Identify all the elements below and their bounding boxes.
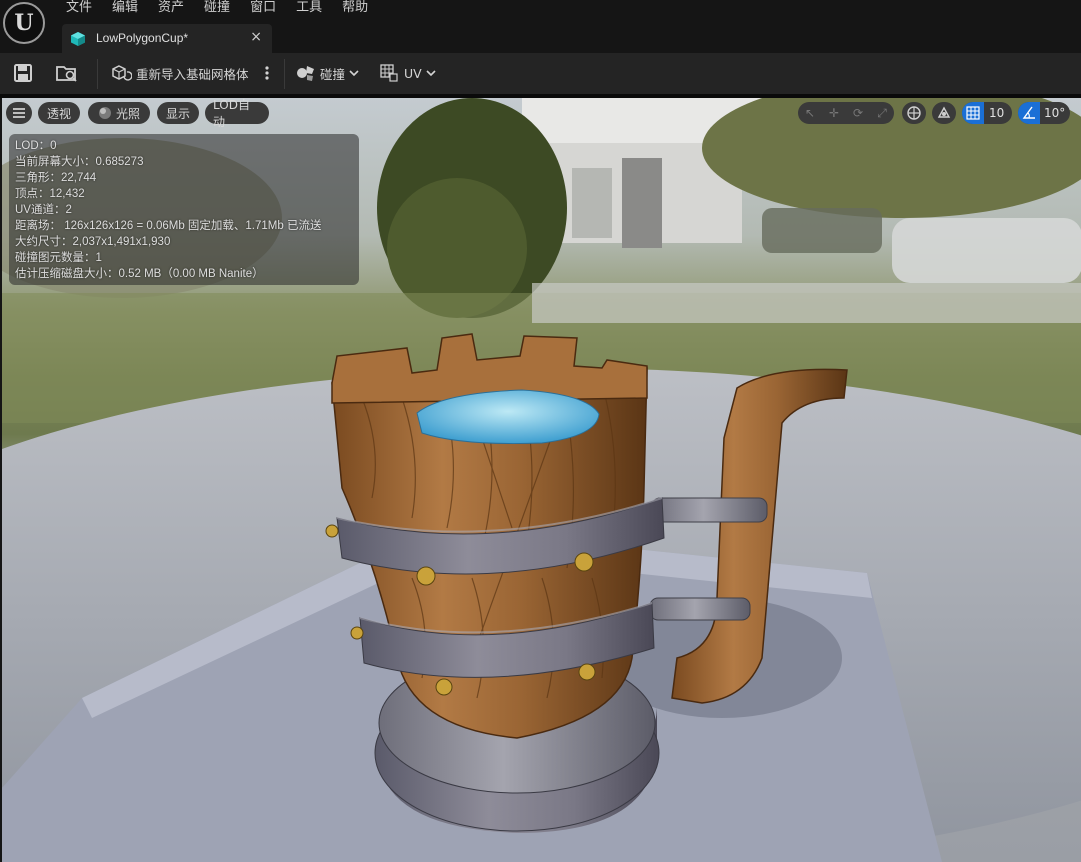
scale-icon[interactable]: ⤢ (870, 106, 894, 121)
grid-snap-toggle[interactable] (962, 102, 984, 124)
viewport-options-button[interactable] (6, 102, 32, 124)
tab-row: LowPolygonCup* × (0, 20, 1081, 53)
tab-lowpolygoncup[interactable]: LowPolygonCup* × (62, 24, 272, 53)
save-icon (14, 64, 32, 82)
mesh-viewport[interactable]: 透视 光照 显示 LOD自动 ↖ ✛ ⟳ ⤢ 10 10° LOD：0 当前屏幕… (2, 98, 1081, 862)
stat-lod: LOD：0 (15, 140, 57, 152)
collision-dropdown[interactable]: 碰撞 (296, 61, 360, 85)
surface-snap-toggle[interactable] (932, 102, 956, 124)
lit-mode-button[interactable]: 光照 (88, 102, 150, 124)
unreal-logo-icon[interactable]: U (3, 2, 45, 44)
save-button[interactable] (12, 61, 34, 85)
angle-icon (1022, 106, 1035, 119)
stat-distance-field: 距离场： 126x126x126 = 0.06Mb 固定加载、1.71Mb 已流… (15, 220, 322, 232)
menu-asset[interactable]: 资产 (148, 0, 194, 16)
reimport-button[interactable]: 重新导入基础网格体 (110, 61, 249, 85)
grid-snap-group[interactable]: 10 (962, 102, 1012, 124)
hamburger-icon (13, 108, 25, 118)
menu-file[interactable]: 文件 (56, 0, 102, 16)
folder-search-icon (56, 66, 77, 82)
lod-auto-button[interactable]: LOD自动 (205, 98, 269, 129)
reimport-label: 重新导入基础网格体 (136, 66, 249, 82)
angle-snap-group[interactable]: 10° (1018, 102, 1070, 124)
surface-snap-icon (937, 106, 951, 118)
menu-collision[interactable]: 碰撞 (194, 0, 240, 16)
translate-icon[interactable]: ✛ (822, 106, 846, 120)
menu-bar: 文件 编辑 资产 碰撞 窗口 工具 帮助 (0, 0, 1081, 20)
stat-approx-size: 大约尺寸：2,037x1,491x1,930 (15, 236, 171, 248)
toolbar-separator (97, 59, 98, 89)
world-space-toggle[interactable] (902, 102, 926, 124)
stat-disk-size: 估计压缩磁盘大小：0.52 MB（0.00 MB Nanite） (15, 268, 264, 280)
chevron-down-icon (349, 70, 359, 77)
main-menu: 文件 编辑 资产 碰撞 窗口 工具 帮助 (56, 0, 378, 16)
stat-collision-primitives: 碰撞图元数量：1 (15, 252, 102, 264)
browse-asset-button[interactable] (55, 61, 79, 85)
grid-size-value[interactable]: 10 (984, 106, 1004, 120)
rotate-icon[interactable]: ⟳ (846, 106, 870, 120)
lit-mode-label: 光照 (115, 106, 140, 121)
mesh-stats-overlay: LOD：0 当前屏幕大小：0.685273 三角形：22,744 顶点：12,4… (9, 134, 359, 285)
lit-sphere-icon (98, 107, 111, 119)
more-options-icon (265, 66, 269, 80)
menu-help[interactable]: 帮助 (332, 0, 378, 16)
stat-uv-channels: UV通道：2 (15, 204, 72, 216)
uv-dropdown[interactable]: UV (380, 61, 437, 85)
menu-edit[interactable]: 编辑 (102, 0, 148, 16)
close-icon[interactable]: × (250, 29, 262, 45)
angle-snap-toggle[interactable] (1018, 102, 1040, 124)
stat-screen-size: 当前屏幕大小：0.685273 (15, 156, 144, 168)
angle-snap-value[interactable]: 10° (1040, 106, 1065, 120)
static-mesh-icon (71, 32, 85, 46)
reimport-mesh-icon (112, 65, 132, 81)
collision-icon (297, 66, 314, 81)
chevron-down-icon (426, 70, 436, 77)
uv-grid-icon (380, 64, 398, 82)
toolbar-separator (284, 59, 285, 89)
reimport-options-button[interactable] (264, 61, 270, 85)
select-icon[interactable]: ↖ (798, 106, 822, 120)
toolbar: 重新导入基础网格体 碰撞 UV (0, 53, 1081, 94)
stat-vertices: 顶点：12,432 (15, 188, 85, 200)
stat-triangles: 三角形：22,744 (15, 172, 97, 184)
collision-label: 碰撞 (320, 66, 346, 82)
show-button[interactable]: 显示 (157, 102, 199, 124)
world-coordinates-icon (907, 106, 921, 120)
grid-icon (966, 106, 980, 120)
perspective-button[interactable]: 透视 (38, 102, 80, 124)
menu-window[interactable]: 窗口 (240, 0, 286, 16)
uv-label: UV (404, 65, 422, 81)
tab-label: LowPolygonCup* (96, 31, 189, 45)
menu-tools[interactable]: 工具 (286, 0, 332, 16)
transform-tools-group: ↖ ✛ ⟳ ⤢ (798, 102, 894, 124)
